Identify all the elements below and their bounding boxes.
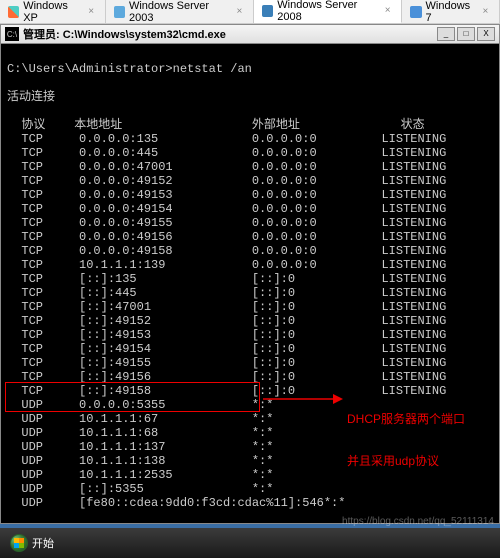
tab-close-icon[interactable]: × xyxy=(86,6,97,18)
tab-windows-server-2003[interactable]: Windows Server 2003 × xyxy=(106,0,254,23)
tab-close-icon[interactable]: × xyxy=(382,5,393,17)
watermark: https://blog.csdn.net/qq_52111314 xyxy=(342,516,494,527)
minimize-button[interactable]: _ xyxy=(437,27,455,41)
arrow-icon xyxy=(263,389,343,409)
start-orb-icon xyxy=(10,534,28,552)
tab-close-icon[interactable]: × xyxy=(234,6,245,18)
os-icon xyxy=(8,6,19,18)
tab-label: Windows Server 2003 xyxy=(129,0,230,24)
os-icon xyxy=(410,6,421,18)
terminal-output[interactable]: C:\Users\Administrator>netstat /an 活动连接 … xyxy=(0,44,500,524)
start-button[interactable]: 开始 xyxy=(0,528,64,558)
os-icon xyxy=(262,5,273,17)
annotation-text: DHCP服务器两个端口 并且采用udp协议 xyxy=(347,384,465,496)
tab-label: Windows Server 2008 xyxy=(277,0,378,23)
cmd-titlebar[interactable]: C:\ 管理员: C:\Windows\system32\cmd.exe _ □… xyxy=(0,24,500,44)
close-button[interactable]: X xyxy=(477,27,495,41)
os-icon xyxy=(114,6,125,18)
vm-tabbar: Windows XP×Windows Server 2003×Windows S… xyxy=(0,0,500,24)
tab-close-icon[interactable]: × xyxy=(480,6,491,18)
start-label: 开始 xyxy=(32,535,54,551)
tab-windows-server-2008[interactable]: Windows Server 2008 × xyxy=(254,0,402,23)
tab-label: Windows XP xyxy=(23,0,81,24)
tab-windows-7[interactable]: Windows 7 × xyxy=(402,0,500,23)
cmd-icon: C:\ xyxy=(5,27,19,41)
window-title: 管理员: C:\Windows\system32\cmd.exe xyxy=(23,26,435,42)
vm-desktop: C:\ 管理员: C:\Windows\system32\cmd.exe _ □… xyxy=(0,24,500,558)
tab-label: Windows 7 xyxy=(426,0,476,24)
taskbar: 开始 xyxy=(0,528,500,558)
maximize-button[interactable]: □ xyxy=(457,27,475,41)
tab-windows-xp[interactable]: Windows XP × xyxy=(0,0,106,23)
